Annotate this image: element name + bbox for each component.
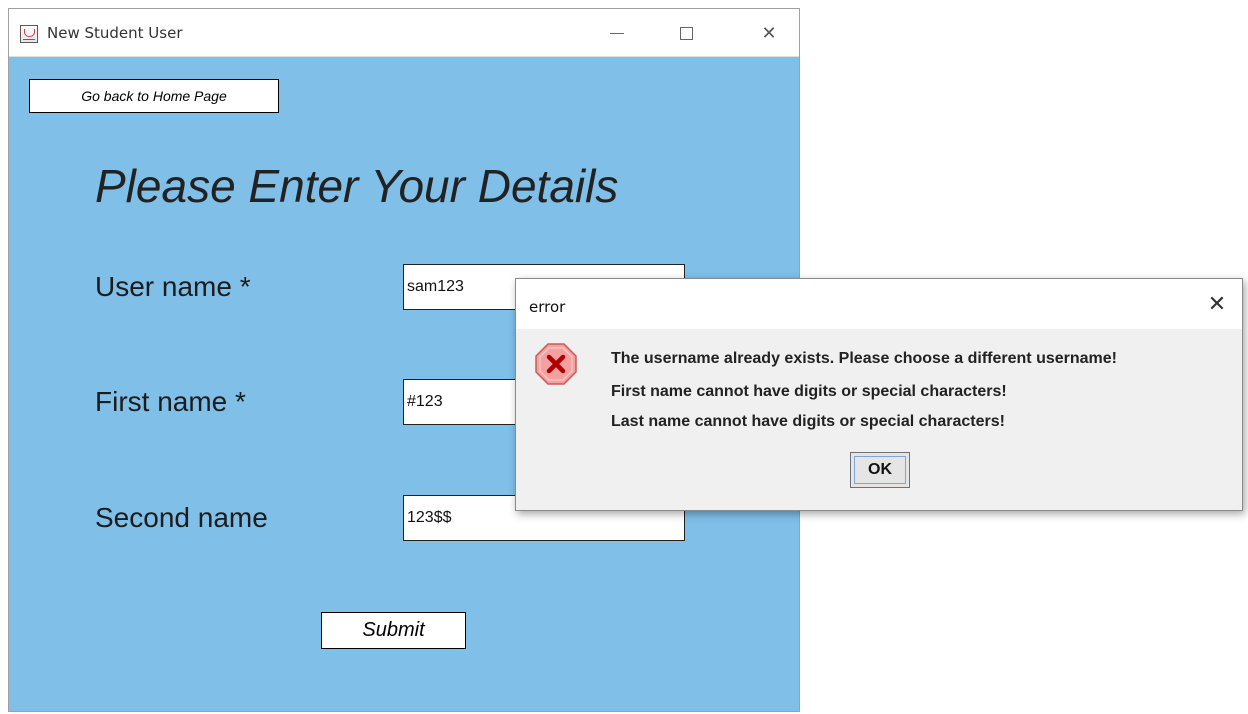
error-dialog: error ✕ The username already exists. Ple… bbox=[515, 278, 1243, 511]
error-message-username: The username already exists. Please choo… bbox=[611, 350, 1117, 367]
page-title: Please Enter Your Details bbox=[95, 160, 619, 212]
error-icon bbox=[535, 343, 577, 385]
java-app-icon bbox=[20, 25, 38, 43]
error-message-last-name: Last name cannot have digits or special … bbox=[611, 413, 1005, 430]
maximize-button[interactable] bbox=[666, 19, 706, 47]
username-label: User name * bbox=[95, 271, 251, 302]
maximize-icon bbox=[679, 26, 693, 40]
minimize-button[interactable] bbox=[597, 19, 637, 47]
first-name-label: First name * bbox=[95, 386, 246, 417]
dialog-title: error bbox=[529, 298, 566, 316]
dialog-titlebar: error ✕ bbox=[516, 279, 1242, 329]
close-icon: ✕ bbox=[1207, 291, 1227, 317]
close-icon: ✕ bbox=[761, 22, 777, 44]
window-titlebar: New Student User ✕ bbox=[9, 9, 799, 57]
window-title: New Student User bbox=[47, 24, 183, 42]
close-window-button[interactable]: ✕ bbox=[749, 19, 789, 47]
ok-button[interactable]: OK bbox=[850, 452, 910, 488]
go-back-home-button[interactable]: Go back to Home Page bbox=[29, 79, 279, 113]
dialog-close-button[interactable]: ✕ bbox=[1202, 289, 1232, 319]
error-message-first-name: First name cannot have digits or special… bbox=[611, 383, 1007, 400]
submit-button[interactable]: Submit bbox=[321, 612, 466, 649]
minimize-icon bbox=[610, 32, 624, 34]
second-name-label: Second name bbox=[95, 502, 268, 533]
ok-button-label: OK bbox=[868, 461, 892, 478]
